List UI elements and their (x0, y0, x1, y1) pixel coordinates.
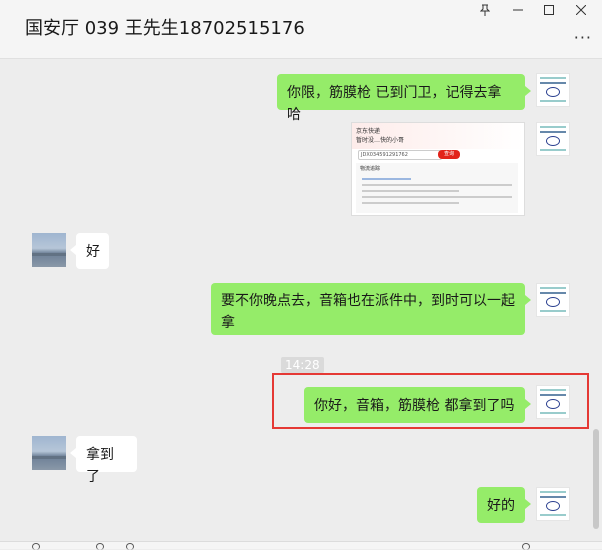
chat-area[interactable]: 你限，筋膜枪 已到门卫，记得去拿哈 京东快递 暂时没…快的小哥 JDX03459… (0, 59, 602, 548)
image-subtitle: 暂时没…快的小哥 (356, 137, 405, 144)
emoji-icon[interactable] (32, 543, 40, 550)
image-tracking: JDX034591291762 (358, 150, 442, 160)
contact-avatar[interactable] (32, 436, 66, 470)
self-avatar[interactable] (536, 283, 570, 317)
chat-title: 国安厅 039 王先生18702515176 (25, 18, 305, 39)
message-bubble[interactable]: 你好，音箱，筋膜枪 都拿到了吗 (304, 387, 531, 423)
message-bubble[interactable]: 拿到了 (70, 436, 137, 485)
message-bubble[interactable]: 好 (70, 233, 109, 269)
scrollbar[interactable] (593, 429, 599, 529)
self-avatar[interactable] (536, 385, 570, 419)
message-bubble[interactable]: 要不你晚点去，音箱也在派件中，到时可以一起拿 (211, 283, 531, 335)
self-avatar[interactable] (536, 487, 570, 521)
maximize-icon[interactable] (534, 0, 564, 20)
image-button: 查询 (438, 150, 460, 159)
image-title: 京东快递 (356, 128, 381, 135)
close-icon[interactable] (566, 0, 596, 20)
contact-avatar[interactable] (32, 233, 66, 267)
minimize-icon[interactable] (503, 0, 533, 20)
message-bubble[interactable]: 你限，筋膜枪 已到门卫，记得去拿哈 (277, 74, 531, 123)
image-card: 物流追踪 (356, 163, 518, 213)
self-avatar[interactable] (536, 73, 570, 107)
chat-header: 国安厅 039 王先生18702515176 ··· (0, 0, 602, 59)
timestamp: 14:28 (281, 357, 324, 373)
image-section: 物流追踪 (360, 166, 381, 172)
pin-icon[interactable] (470, 0, 500, 20)
image-message[interactable]: 京东快递 暂时没…快的小哥 JDX034591291762 查询 物流追踪 (351, 122, 525, 216)
self-avatar[interactable] (536, 122, 570, 156)
file-icon[interactable] (96, 543, 104, 550)
message-bubble[interactable]: 好的 (477, 487, 531, 523)
video-call-icon[interactable] (522, 543, 530, 550)
more-icon[interactable]: ··· (574, 28, 592, 47)
screenshot-icon[interactable] (126, 543, 134, 550)
